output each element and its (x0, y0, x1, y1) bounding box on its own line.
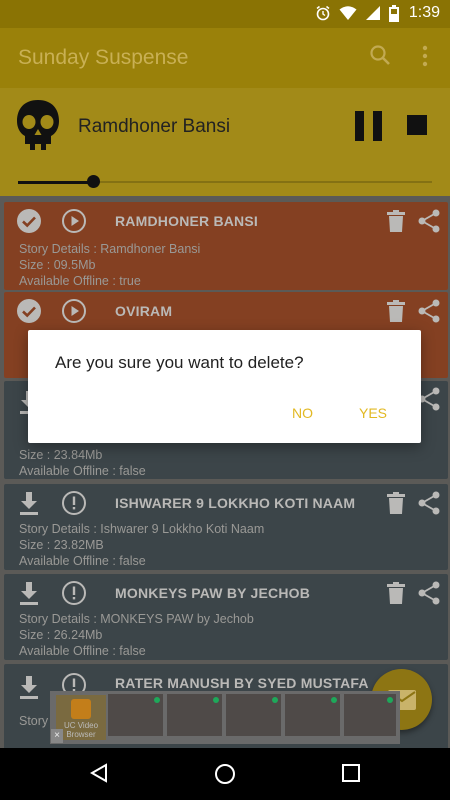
signal-icon (365, 6, 380, 20)
skull-icon (17, 100, 59, 150)
stop-icon[interactable] (407, 115, 427, 135)
back-icon[interactable] (89, 763, 109, 783)
ad-thumbnail[interactable] (108, 694, 163, 736)
no-button[interactable]: NO (292, 405, 313, 421)
story-offline: Available Offline : false (19, 554, 146, 568)
pause-icon[interactable] (355, 111, 383, 141)
story-offline: Available Offline : false (19, 464, 146, 478)
story-title: RATER MANUSH BY SYED MUSTAFA (115, 675, 369, 691)
delete-confirm-dialog: Are you sure you want to delete? NO YES (28, 330, 421, 443)
download-icon[interactable] (18, 676, 40, 700)
download-icon[interactable] (18, 582, 40, 606)
home-icon[interactable] (214, 763, 236, 785)
story-offline: Available Offline : false (19, 644, 146, 658)
story-details: Story Details : Ramdhoner Bansi (19, 242, 201, 256)
story-size: Size : 26.24Mb (19, 628, 103, 642)
overflow-menu-icon[interactable] (420, 44, 430, 68)
dialog-message: Are you sure you want to delete? (55, 353, 304, 372)
alarm-icon (316, 5, 330, 21)
play-circle-icon[interactable] (61, 208, 87, 234)
ad-thumbnail[interactable] (285, 694, 340, 736)
system-nav-bar (0, 748, 450, 800)
ad-banner[interactable]: UC Video Browser × (50, 691, 400, 744)
delete-icon[interactable] (387, 300, 405, 322)
now-playing-panel: Ramdhoner Bansi (0, 88, 450, 196)
yes-button[interactable]: YES (359, 405, 387, 421)
story-details: Story Details : Ishwarer 9 Lokkho Koti N… (19, 522, 265, 536)
story-title: OVIRAM (115, 303, 173, 319)
ad-app-name: UC Video Browser (63, 721, 99, 739)
download-icon[interactable] (18, 492, 40, 516)
story-title: RAMDHONER BANSI (115, 213, 258, 229)
share-icon[interactable] (418, 209, 440, 233)
check-circle-icon[interactable] (16, 208, 42, 234)
alert-circle-icon (62, 581, 86, 605)
story-card[interactable]: MONKEYS PAW BY JECHOB Story Details : MO… (4, 574, 448, 660)
share-icon[interactable] (418, 581, 440, 605)
seek-bar-progress (18, 181, 93, 184)
app-bar: Sunday Suspense (0, 28, 450, 88)
share-icon[interactable] (418, 299, 440, 323)
story-size: Size : 23.82MB (19, 538, 104, 552)
status-bar: 1:39 (0, 0, 450, 28)
ad-thumbnail[interactable] (344, 694, 396, 736)
story-details: Story Details : MONKEYS PAW by Jechob (19, 612, 254, 626)
story-offline: Available Offline : true (19, 274, 141, 288)
ad-thumbnail[interactable] (226, 694, 281, 736)
search-icon[interactable] (369, 44, 391, 66)
recents-icon[interactable] (342, 764, 360, 782)
ad-close-icon[interactable]: × (51, 729, 63, 743)
delete-icon[interactable] (387, 492, 405, 514)
check-circle-icon[interactable] (16, 298, 42, 324)
story-card[interactable]: RAMDHONER BANSI Story Details : Ramdhone… (4, 202, 448, 290)
story-title: MONKEYS PAW BY JECHOB (115, 585, 311, 601)
uc-browser-logo[interactable]: UC Video Browser (56, 695, 106, 740)
ad-thumbnail[interactable] (167, 694, 222, 736)
wifi-icon (339, 6, 357, 20)
delete-icon[interactable] (387, 210, 405, 232)
story-card[interactable]: ISHWARER 9 LOKKHO KOTI NAAM Story Detail… (4, 484, 448, 570)
seek-bar[interactable] (18, 175, 432, 188)
app-title: Sunday Suspense (18, 46, 189, 69)
story-size: Size : 09.5Mb (19, 258, 96, 272)
now-playing-title: Ramdhoner Bansi (78, 116, 231, 137)
delete-icon[interactable] (387, 582, 405, 604)
status-clock: 1:39 (408, 4, 440, 21)
battery-icon (388, 4, 399, 22)
share-icon[interactable] (418, 387, 440, 411)
play-circle-icon[interactable] (61, 298, 87, 324)
seek-bar-thumb[interactable] (87, 175, 100, 188)
story-details-truncated: Story (19, 714, 49, 728)
story-size: Size : 23.84Mb (19, 448, 103, 462)
share-icon[interactable] (418, 491, 440, 515)
story-title: ISHWARER 9 LOKKHO KOTI NAAM (115, 495, 356, 511)
alert-circle-icon (62, 491, 86, 515)
